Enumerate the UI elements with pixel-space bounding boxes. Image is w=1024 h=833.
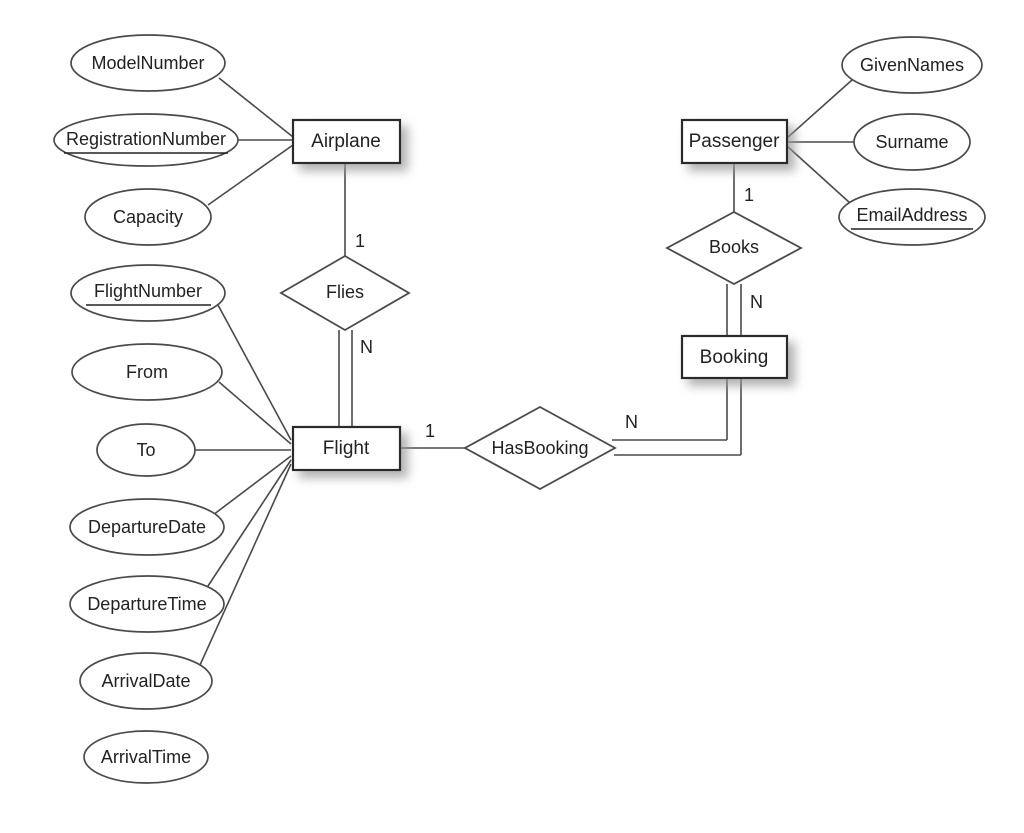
attribute-arrivaltime[interactable]: ArrivalTime bbox=[83, 730, 209, 784]
attribute-modelnumber[interactable]: ModelNumber bbox=[70, 34, 226, 92]
attribute-registrationnumber[interactable]: RegistrationNumber bbox=[53, 113, 239, 167]
cardinality-labels: 1 N 1 N 1 N bbox=[355, 185, 763, 441]
entity-passenger-label: Passenger bbox=[689, 131, 781, 152]
attribute-capacity[interactable]: Capacity bbox=[84, 188, 212, 246]
attribute-departuredate[interactable]: DepartureDate bbox=[69, 498, 225, 556]
line-givennames-passenger bbox=[786, 79, 853, 139]
attribute-arrivaltime-label: ArrivalTime bbox=[101, 747, 191, 767]
attribute-departuretime[interactable]: DepartureTime bbox=[69, 575, 225, 633]
entity-booking-label: Booking bbox=[700, 347, 769, 368]
line-from-flight bbox=[218, 381, 292, 445]
attribute-flightnumber[interactable]: FlightNumber bbox=[70, 264, 226, 322]
attributes-group: ModelNumber RegistrationNumber Capacity … bbox=[53, 34, 986, 784]
er-diagram-canvas: Airplane Flight Passenger Booking Flies bbox=[0, 0, 1024, 833]
attribute-from-label: From bbox=[126, 362, 168, 382]
line-modelnumber-airplane bbox=[218, 77, 294, 138]
attribute-arrivaldate[interactable]: ArrivalDate bbox=[79, 652, 213, 710]
attribute-emailaddress[interactable]: EmailAddress bbox=[838, 188, 986, 246]
relationship-flies[interactable]: Flies bbox=[279, 254, 411, 332]
cardinality-hasbooking-booking: N bbox=[625, 412, 638, 432]
attribute-surname-label: Surname bbox=[875, 132, 948, 152]
attribute-from[interactable]: From bbox=[71, 343, 223, 401]
attribute-arrivaldate-label: ArrivalDate bbox=[101, 671, 190, 691]
entity-airplane-label: Airplane bbox=[311, 131, 381, 152]
attribute-givennames[interactable]: GivenNames bbox=[841, 36, 983, 94]
relationship-books-label: Books bbox=[709, 237, 759, 257]
line-departuredate-flight bbox=[212, 455, 292, 516]
attribute-capacity-label: Capacity bbox=[113, 207, 183, 227]
cardinality-passenger-books: 1 bbox=[744, 185, 754, 205]
er-diagram-svg: Airplane Flight Passenger Booking Flies bbox=[53, 34, 986, 784]
attribute-surname[interactable]: Surname bbox=[853, 113, 971, 171]
attribute-registrationnumber-label: RegistrationNumber bbox=[66, 129, 226, 149]
entity-passenger[interactable]: Passenger bbox=[680, 118, 789, 165]
attribute-departuretime-label: DepartureTime bbox=[87, 594, 206, 614]
relationship-hasbooking[interactable]: HasBooking bbox=[463, 405, 617, 491]
relationship-flies-label: Flies bbox=[326, 282, 364, 302]
attribute-departuredate-label: DepartureDate bbox=[88, 517, 206, 537]
attribute-emailaddress-label: EmailAddress bbox=[856, 205, 967, 225]
cardinality-books-booking: N bbox=[750, 292, 763, 312]
cardinality-flies-flight: N bbox=[360, 337, 373, 357]
attribute-givennames-label: GivenNames bbox=[860, 55, 964, 75]
cardinality-airplane-flies: 1 bbox=[355, 231, 365, 251]
attribute-to-label: To bbox=[136, 440, 155, 460]
entity-airplane[interactable]: Airplane bbox=[291, 118, 402, 165]
line-emailaddress-passenger bbox=[786, 145, 851, 204]
attribute-flightnumber-label: FlightNumber bbox=[94, 281, 202, 301]
relationship-books[interactable]: Books bbox=[665, 210, 803, 286]
line-flightnumber-flight bbox=[217, 304, 292, 441]
attribute-modelnumber-label: ModelNumber bbox=[91, 53, 204, 73]
relationship-hasbooking-label: HasBooking bbox=[491, 438, 588, 458]
entity-flight-label: Flight bbox=[323, 438, 370, 459]
line-arrivaldate-flight bbox=[199, 463, 292, 666]
entity-flight[interactable]: Flight bbox=[291, 425, 402, 472]
cardinality-flight-hasbooking: 1 bbox=[425, 421, 435, 441]
entity-booking[interactable]: Booking bbox=[680, 334, 789, 380]
attribute-to[interactable]: To bbox=[96, 423, 196, 477]
